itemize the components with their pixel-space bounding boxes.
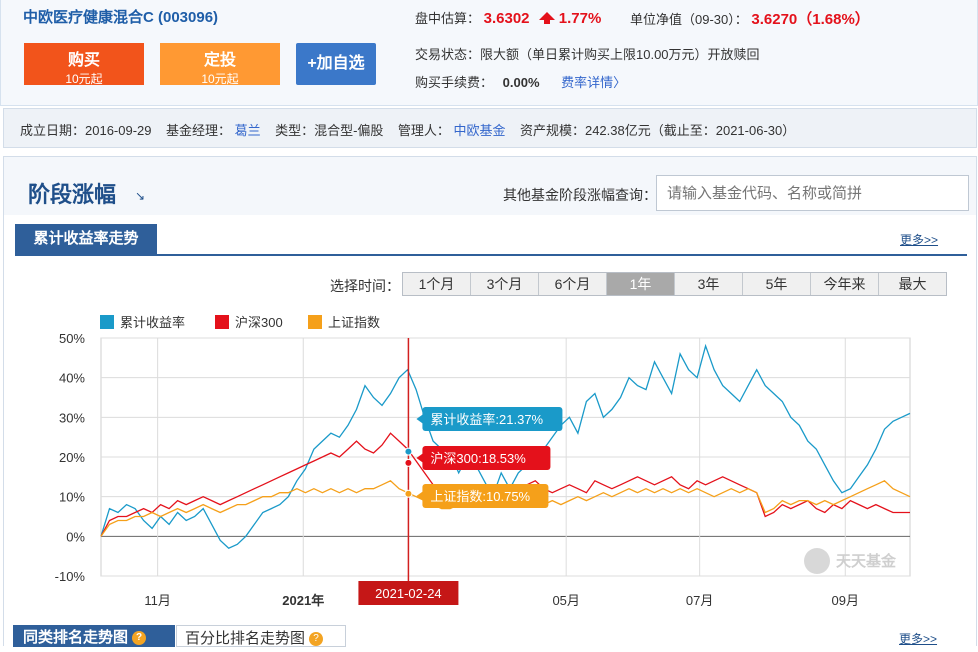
y-tick-label: 40% [59, 371, 85, 386]
y-tick-label: 10% [59, 490, 85, 505]
watermark-logo-icon [804, 548, 830, 574]
tab-percentile-rank-trend[interactable]: 百分比排名走势图? [176, 625, 346, 647]
tooltip-label: 累计收益率:21.37% [430, 412, 543, 427]
x-tick-label: 05月 [552, 593, 579, 608]
y-tick-label: 20% [59, 450, 85, 465]
crosshair-marker [404, 489, 413, 498]
bottom-more-link[interactable]: 更多>> [899, 630, 937, 647]
help-icon[interactable]: ? [309, 632, 324, 647]
x-tick-label: 07月 [686, 593, 713, 608]
watermark-text: 天天基金 [836, 552, 897, 570]
cumulative-return-chart[interactable]: 50% 40% 30% 20% 10% 0% -10% 11月 2021年 05月 07月 09月 20… [0, 0, 978, 645]
x-tick-label: 11月 [144, 593, 171, 608]
tab-peer-rank-trend[interactable]: 同类排名走势图? [13, 625, 175, 647]
peer-rank-label: 同类排名走势图 [23, 629, 129, 646]
y-tick-label: 30% [59, 410, 85, 425]
x-tick-label: 2021年 [282, 593, 324, 608]
x-tick-label: 09月 [832, 593, 859, 608]
crosshair-marker [404, 447, 413, 456]
crosshair-date: 2021-02-24 [375, 586, 442, 601]
tooltip-label: 上证指数:10.75% [430, 489, 530, 504]
crosshair-marker [404, 458, 413, 467]
y-tick-label: 50% [59, 331, 85, 346]
percentile-rank-label: 百分比排名走势图 [185, 630, 306, 647]
y-tick-label: -10% [55, 569, 86, 584]
tooltip-label: 沪深300:18.53% [430, 451, 526, 466]
y-tick-label: 0% [66, 529, 85, 544]
help-icon[interactable]: ? [132, 631, 147, 646]
